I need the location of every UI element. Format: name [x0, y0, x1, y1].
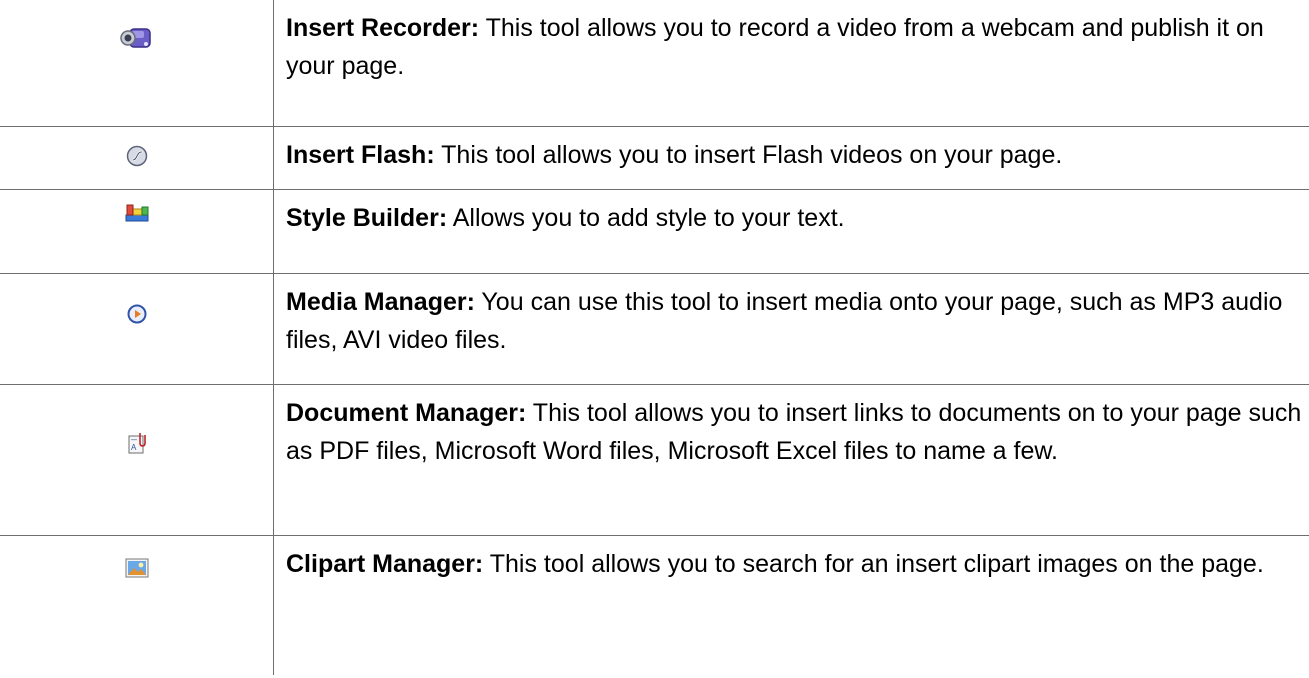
- tool-description: This tool allows you to search for an in…: [483, 550, 1264, 578]
- tool-name: Document Manager:: [286, 399, 527, 427]
- style-builder-icon: [124, 202, 150, 222]
- icon-cell: [0, 127, 274, 189]
- tool-row-insert-recorder: Insert Recorder: This tool allows you to…: [0, 0, 1309, 126]
- clipart-image-icon: [125, 558, 149, 578]
- tool-name: Clipart Manager:: [286, 550, 484, 578]
- tool-row-media-manager: Media Manager: You can use this tool to …: [0, 273, 1309, 384]
- flash-icon: [126, 145, 148, 167]
- tool-name: Media Manager:: [286, 288, 475, 316]
- tool-row-clipart-manager: Clipart Manager: This tool allows you to…: [0, 535, 1309, 675]
- description-cell: Insert Recorder: This tool allows you to…: [274, 0, 1309, 126]
- tool-description: This tool allows you to insert Flash vid…: [434, 141, 1063, 169]
- icon-cell: A: [0, 385, 274, 535]
- tool-name: Style Builder:: [286, 204, 448, 232]
- icon-cell: [0, 536, 274, 675]
- tool-name: Insert Recorder:: [286, 14, 480, 42]
- tool-row-insert-flash: Insert Flash: This tool allows you to in…: [0, 126, 1309, 189]
- icon-cell: [0, 0, 274, 126]
- description-cell: Document Manager: This tool allows you t…: [274, 385, 1309, 535]
- description-cell: Style Builder: Allows you to add style t…: [274, 190, 1309, 273]
- svg-text:A: A: [131, 443, 137, 452]
- tools-table: Insert Recorder: This tool allows you to…: [0, 0, 1309, 675]
- camcorder-icon: [119, 23, 154, 53]
- description-cell: Clipart Manager: This tool allows you to…: [274, 536, 1309, 675]
- media-player-icon: [127, 304, 147, 324]
- tool-description: Allows you to add style to your text.: [447, 204, 845, 232]
- document-attachment-icon: A: [126, 431, 148, 455]
- tool-row-style-builder: Style Builder: Allows you to add style t…: [0, 189, 1309, 273]
- description-cell: Insert Flash: This tool allows you to in…: [274, 127, 1309, 189]
- icon-cell: [0, 190, 274, 273]
- description-cell: Media Manager: You can use this tool to …: [274, 274, 1309, 384]
- tool-name: Insert Flash:: [286, 141, 435, 169]
- icon-cell: [0, 274, 274, 384]
- tool-row-document-manager: A Document Manager: This tool allows you…: [0, 384, 1309, 535]
